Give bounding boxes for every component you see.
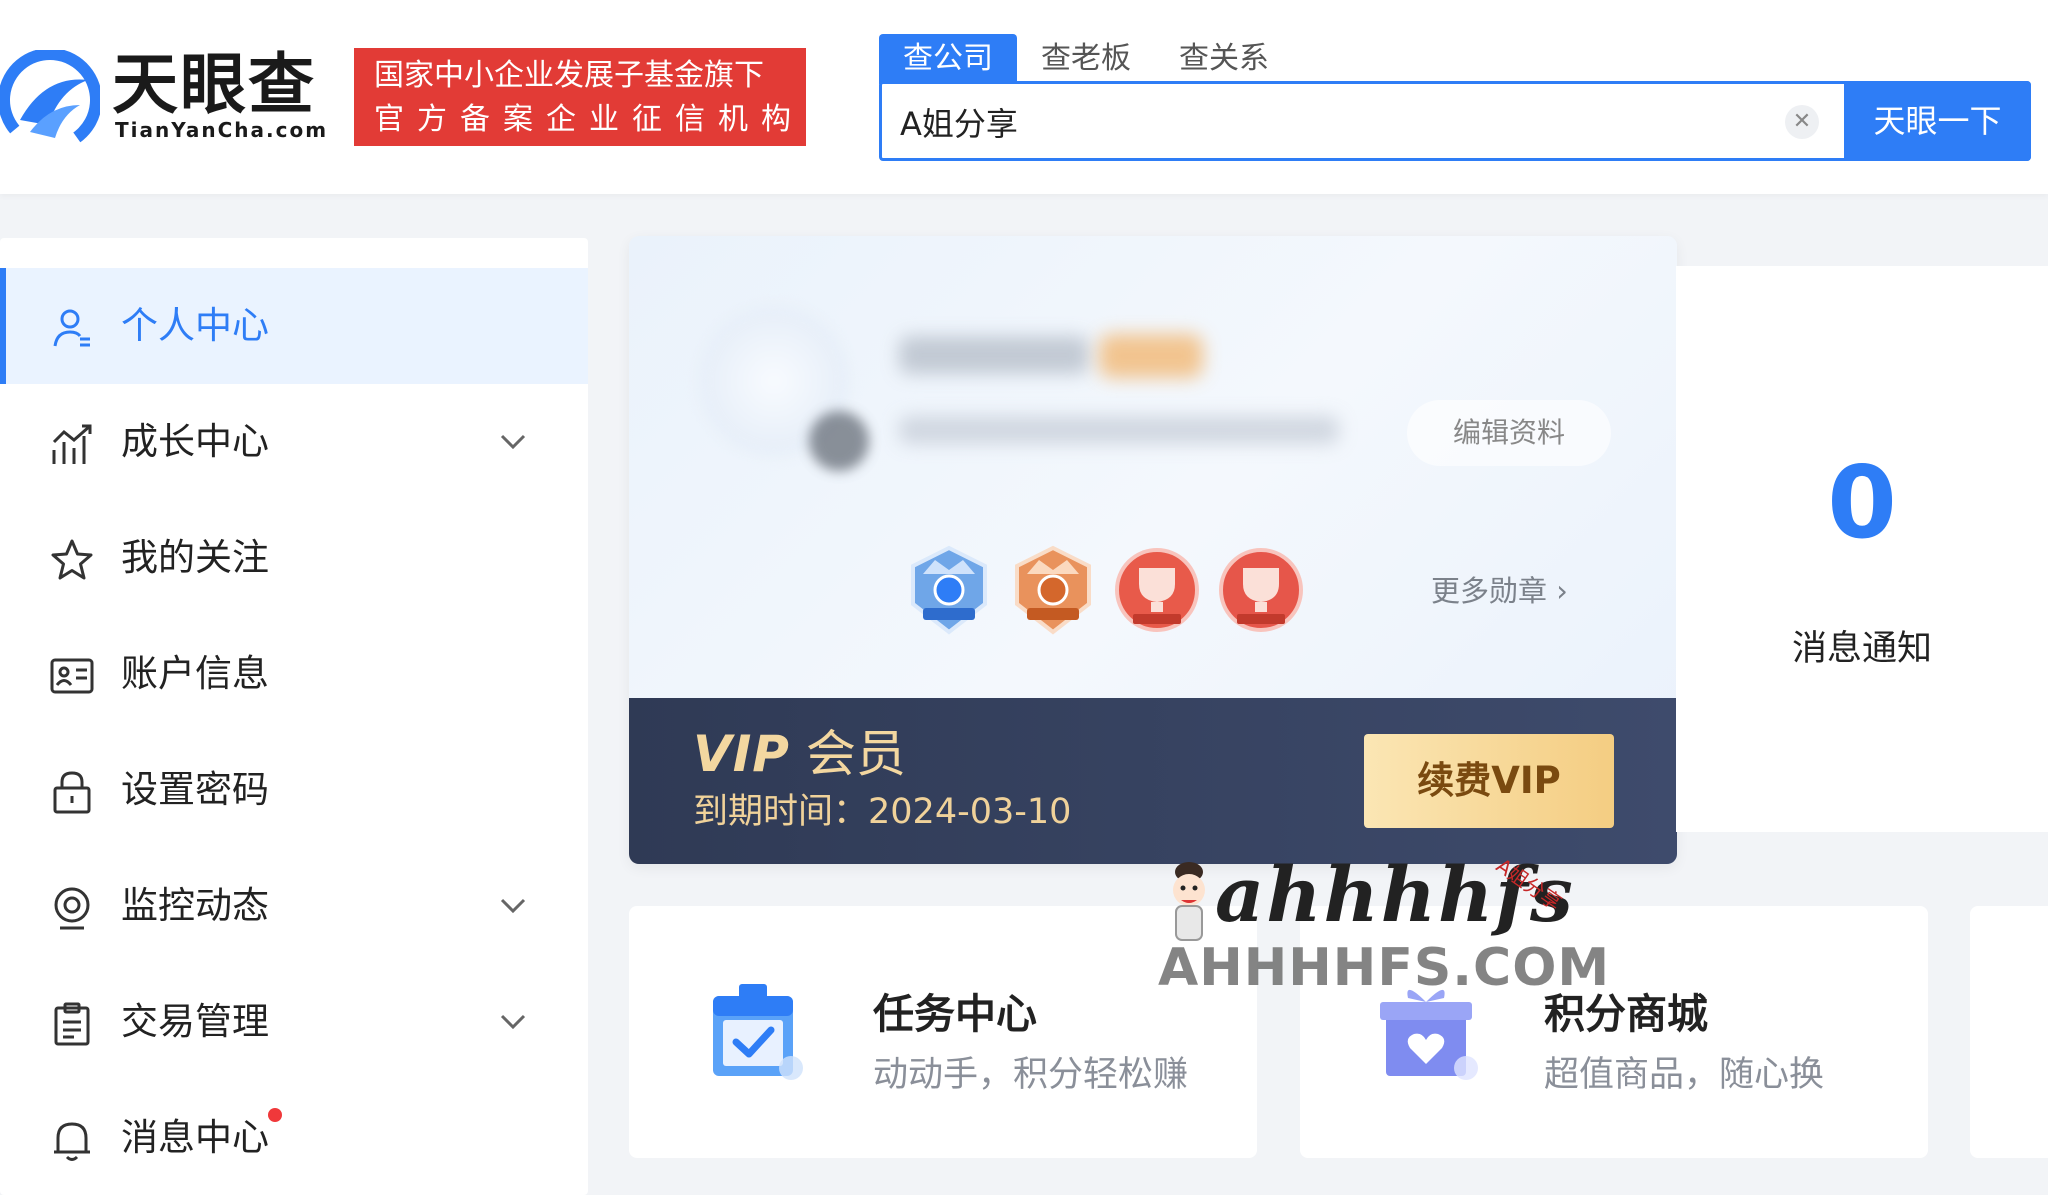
tab-company[interactable]: 查公司	[879, 34, 1017, 84]
vip-title-cn: 会员	[805, 725, 906, 783]
sidebar-item-monitor[interactable]: 监控动态	[0, 848, 588, 964]
message-notification-card[interactable]: 0 消息通知	[1676, 266, 2048, 832]
growth-chart-icon	[52, 424, 92, 464]
edit-profile-button[interactable]: 编辑资料	[1407, 400, 1611, 466]
vip-expire-date: 2024-03-10	[868, 792, 1072, 832]
partial-card[interactable]	[1970, 906, 2048, 1158]
vip-membership-bar: VIP 会员 到期时间：2024-03-10 续费VIP	[629, 698, 1677, 864]
gift-box-icon	[1380, 989, 1478, 1080]
sidebar-item-set-password[interactable]: 设置密码	[0, 732, 588, 848]
points-mall-title: 积分商城	[1544, 990, 1708, 1038]
points-mall-subtitle: 超值商品，随心换	[1544, 1055, 1825, 1095]
sidebar-item-message-center[interactable]: 消息中心	[0, 1080, 588, 1195]
sidebar-item-label: 个人中心	[121, 304, 269, 347]
vip-expire-label: 到期时间：	[693, 792, 869, 832]
lv2-trophy-icon[interactable]	[1217, 544, 1305, 636]
camera-icon	[54, 887, 90, 930]
vip-expire-info: 到期时间：2024-03-10	[693, 790, 1071, 834]
task-center-card[interactable]: 任务中心 动动手，积分轻松赚	[629, 906, 1257, 1158]
vip-title: VIP 会员	[693, 724, 906, 784]
vip-medal-icon[interactable]	[905, 544, 993, 636]
vip-pro-medal-icon[interactable]	[1009, 544, 1097, 636]
sidebar-item-label: 监控动态	[121, 884, 269, 927]
star-icon	[51, 539, 93, 580]
sidebar-item-label: 账户信息	[121, 652, 269, 695]
chevron-down-icon[interactable]	[496, 1004, 530, 1038]
sidebar-item-my-follows[interactable]: 我的关注	[0, 500, 588, 616]
clipboard-icon	[54, 1002, 90, 1046]
tianyancha-eye-logo-icon	[0, 50, 100, 150]
certification-badge: 国家中小企业发展子基金旗下 官方备案企业征信机构	[354, 48, 806, 146]
lv1-trophy-icon[interactable]	[1113, 544, 1201, 636]
chevron-down-icon[interactable]	[496, 424, 530, 458]
message-label: 消息通知	[1791, 629, 1932, 669]
sidebar-item-label: 我的关注	[121, 536, 269, 579]
avatar-badge	[809, 411, 869, 471]
search-type-tabs: 查公司 查老板 查关系	[879, 34, 1293, 84]
task-center-title: 任务中心	[873, 990, 1037, 1038]
badge-line-2: 官方备案企业征信机构	[374, 102, 804, 137]
chevron-right-icon: ›	[1547, 574, 1568, 608]
sidebar-item-personal-center[interactable]: 个人中心	[0, 268, 588, 384]
sidebar-item-label: 交易管理	[121, 1000, 269, 1043]
renew-vip-button[interactable]: 续费VIP	[1364, 734, 1614, 828]
vip-title-en: VIP	[693, 725, 790, 783]
badge-line-1: 国家中小企业发展子基金旗下	[374, 58, 764, 93]
notification-dot	[268, 1108, 282, 1122]
logo-text-en: TianYanCha.com	[115, 118, 329, 142]
clear-icon[interactable]: ✕	[1785, 105, 1819, 139]
message-count: 0	[1827, 444, 1897, 561]
profile-card: 编辑资料 更多勋章 › VIP 会员 到期时间：2024-03-10 续费VIP	[629, 236, 1677, 864]
bell-icon	[54, 1122, 90, 1161]
sidebar-item-label: 消息中心	[121, 1116, 269, 1159]
search-box: ✕ 天眼一下	[879, 81, 2031, 161]
user-tag-blurred	[1099, 334, 1203, 378]
user-info-blurred	[899, 416, 1339, 444]
tab-relation[interactable]: 查关系	[1155, 34, 1293, 84]
sidebar-item-growth-center[interactable]: 成长中心	[0, 384, 588, 500]
sidebar-item-account-info[interactable]: 账户信息	[0, 616, 588, 732]
tianyancha-logo[interactable]: 天眼查 TianYanCha.com	[0, 46, 330, 156]
task-calendar-icon	[713, 984, 803, 1080]
sidebar-item-label: 成长中心	[121, 420, 269, 463]
more-medals-label: 更多勋章	[1431, 574, 1548, 608]
username-blurred	[899, 336, 1089, 374]
user-icon	[53, 309, 90, 347]
lock-icon	[53, 771, 91, 814]
search-input[interactable]	[900, 96, 1780, 148]
more-medals-link[interactable]: 更多勋章 ›	[1431, 568, 1568, 610]
tab-boss[interactable]: 查老板	[1017, 34, 1155, 84]
chevron-down-icon[interactable]	[496, 888, 530, 922]
logo-text-cn: 天眼查	[112, 46, 316, 123]
sidebar-item-label: 设置密码	[121, 768, 269, 811]
task-center-subtitle: 动动手，积分轻松赚	[873, 1055, 1189, 1095]
sidebar-item-transactions[interactable]: 交易管理	[0, 964, 588, 1080]
id-card-icon	[50, 658, 94, 694]
points-mall-card[interactable]: 积分商城 超值商品，随心换	[1300, 906, 1928, 1158]
sidebar: 个人中心 成长中心 我的关注 账户信息 设置密码 监控动态 交易管理 消息中心	[0, 238, 588, 1195]
search-button[interactable]: 天眼一下	[1844, 81, 2031, 161]
top-header: 天眼查 TianYanCha.com 国家中小企业发展子基金旗下 官方备案企业征…	[0, 0, 2048, 194]
